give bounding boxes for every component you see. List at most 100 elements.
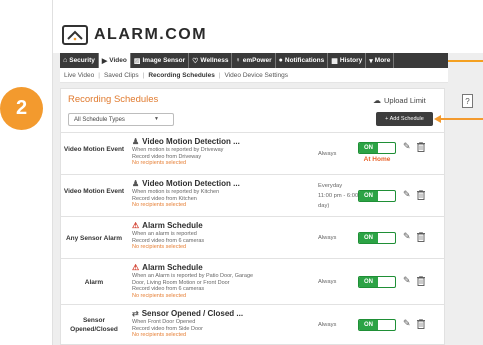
schedule-row: Any Sensor Alarm ⚠ Alarm Schedule When an a…	[60, 216, 445, 258]
tab-image-sensor[interactable]: ▨ Image Sensor	[131, 53, 190, 68]
tab-label: Security	[69, 57, 95, 64]
schedule-title-text: Video Motion Detection ...	[142, 179, 240, 188]
tab-wellness[interactable]: ♡ Wellness	[189, 53, 233, 68]
toggle-on-label: ON	[359, 320, 378, 330]
brand-logo[interactable]: ALARM.COM	[62, 25, 207, 45]
schedule-toggle[interactable]: ON	[358, 276, 396, 288]
motion-icon: ♟	[132, 137, 140, 146]
schedule-title-text: Video Motion Detection ...	[142, 137, 240, 146]
schedule-title[interactable]: ⚠ Alarm Schedule	[132, 263, 203, 272]
schedule-type-select[interactable]: All Schedule Types ▼	[68, 113, 174, 126]
subnav-separator: |	[98, 71, 100, 79]
schedule-title[interactable]: ♟ Video Motion Detection ...	[132, 137, 240, 146]
schedule-toggle[interactable]: ON	[358, 319, 396, 331]
tab-empower[interactable]: ♀ emPower	[232, 53, 276, 68]
schedule-time-line: Always	[318, 235, 337, 241]
subnav-separator: |	[218, 71, 221, 79]
warning-icon: ⚠	[132, 263, 140, 272]
description-line: When an Alarm is reported by Patio Door,…	[132, 273, 254, 279]
schedule-toggle[interactable]: ON	[358, 142, 396, 154]
tab-label: History	[339, 57, 363, 64]
schedule-description: When an Alarm is reported by Patio Door,…	[132, 273, 287, 299]
pointer-arrow	[440, 118, 483, 120]
trash-icon[interactable]	[417, 189, 425, 202]
schedule-type-label: Sensor Opened/Closed	[70, 317, 118, 333]
home-icon: ⌂	[63, 57, 68, 64]
description-line: Door, Living Room Motion or Front Door	[132, 279, 230, 286]
schedule-title[interactable]: ♟ Video Motion Detection ...	[132, 179, 240, 188]
schedule-time: Always	[318, 277, 336, 287]
tab-label: Video	[109, 57, 127, 64]
schedule-time-line: Always	[318, 322, 337, 328]
edit-icon[interactable]: ✎	[403, 231, 411, 242]
upload-limit-label: Upload Limit	[384, 96, 426, 105]
recipients-note: No recipients selected	[132, 160, 187, 167]
edit-icon[interactable]: ✎	[403, 275, 411, 286]
upload-limit-link[interactable]: ☁ Upload Limit	[373, 96, 426, 105]
schedule-time: Always	[318, 149, 336, 159]
subnav-link-recording-schedules[interactable]: Recording Schedules	[148, 72, 214, 79]
schedule-description: When an alarm is reported Record video fr…	[132, 231, 287, 251]
schedule-description: When motion is reported by Driveway Recor…	[132, 147, 287, 167]
chevron-down-icon: ▾	[369, 57, 373, 65]
schedule-title-text: Sensor Opened / Closed ...	[141, 309, 244, 318]
schedule-toggle[interactable]: ON	[358, 190, 396, 202]
toggle-on-label: ON	[359, 233, 378, 243]
schedule-title[interactable]: ⇄ Sensor Opened / Closed ...	[132, 309, 243, 318]
trash-icon[interactable]	[417, 275, 425, 288]
edit-icon[interactable]: ✎	[403, 141, 411, 152]
subnav-link-saved-clips[interactable]: Saved Clips	[104, 72, 139, 79]
description-line: Record video from Kitchen	[132, 195, 197, 202]
description-line: When motion is reported by Kitchen	[132, 189, 220, 195]
video-icon: ▶	[101, 57, 108, 65]
arming-mode-label: At Home	[363, 156, 391, 163]
tab-security[interactable]: ⌂ Security	[60, 53, 99, 68]
recipients-note: No recipients selected	[132, 244, 187, 251]
warning-icon: ⚠	[132, 221, 140, 230]
schedule-type-label: Any Sensor Alarm	[65, 234, 123, 242]
heart-icon: ♡	[192, 57, 199, 65]
schedule-description: When motion is reported by Kitchen Record…	[132, 189, 287, 209]
subnav-link-live-video[interactable]: Live Video	[64, 72, 94, 79]
description-line: When Front Door Opened	[132, 319, 196, 325]
toggle-on-label: ON	[359, 143, 378, 153]
add-schedule-button[interactable]: + Add Schedule	[376, 112, 433, 126]
chat-icon: ●	[278, 57, 283, 64]
tab-label: Image Sensor	[142, 57, 186, 64]
description-line: Record video from Driveway	[132, 153, 202, 160]
description-line: When motion is reported by Driveway	[132, 147, 224, 153]
trash-icon[interactable]	[417, 141, 425, 154]
frame-border	[52, 0, 53, 345]
trash-icon[interactable]	[417, 318, 425, 331]
tab-more[interactable]: ▾ More	[366, 53, 395, 68]
schedule-type-label: Video Motion Event	[63, 146, 125, 153]
tab-label: Notifications	[284, 57, 325, 64]
schedule-time-line: Always	[318, 151, 337, 157]
schedule-row: Video Motion Event ♟ Video Motion Detectio…	[60, 174, 445, 216]
description-line: Record video from Side Door	[132, 325, 203, 332]
toggle-on-label: ON	[359, 277, 378, 287]
tab-video[interactable]: ▶ Video	[98, 53, 131, 68]
schedule-time: Always	[318, 320, 336, 330]
trash-icon[interactable]	[417, 231, 425, 244]
nav-accent-line	[448, 60, 483, 62]
schedule-type-label: Video Motion Event	[63, 188, 125, 195]
edit-icon[interactable]: ✎	[403, 318, 411, 329]
schedule-type-label: Alarm	[84, 278, 104, 286]
schedule-row: Alarm ⚠ Alarm Schedule When an Alarm is rep…	[60, 258, 445, 304]
subnav-link-video-device-settings[interactable]: Video Device Settings	[225, 72, 288, 79]
schedule-type-value: All Schedule Types	[74, 116, 125, 123]
tab-history[interactable]: ▦ History	[328, 53, 367, 68]
schedule-description: When Front Door Opened Record video from …	[132, 319, 287, 339]
help-button[interactable]: ?	[462, 94, 473, 108]
schedule-toggle[interactable]: ON	[358, 232, 396, 244]
description-line: When an alarm is reported	[132, 231, 197, 237]
main-nav: ⌂ Security ▶ Video ▨ Image Sensor ♡ Wellness ♀ em…	[60, 53, 448, 68]
caret-down-icon: ▼	[154, 116, 159, 122]
tab-notifications[interactable]: ● Notifications	[276, 53, 329, 68]
recipients-note: No recipients selected	[132, 202, 187, 209]
schedule-title-text: Alarm Schedule	[142, 221, 203, 230]
schedule-title[interactable]: ⚠ Alarm Schedule	[132, 221, 203, 230]
edit-icon[interactable]: ✎	[403, 189, 411, 200]
swap-icon: ⇄	[132, 309, 139, 318]
